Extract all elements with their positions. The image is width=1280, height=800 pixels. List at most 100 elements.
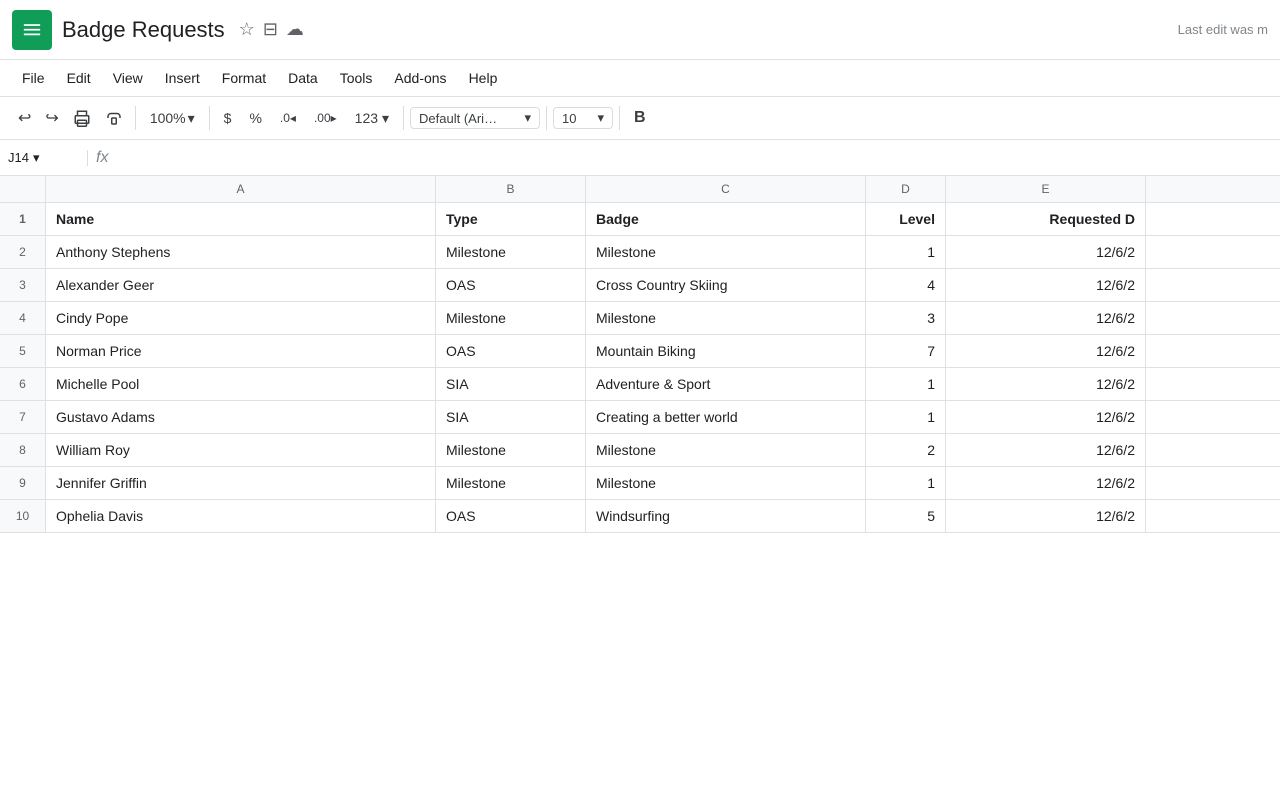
- menu-format[interactable]: Format: [212, 66, 276, 90]
- cell-badge-7[interactable]: Milestone: [586, 467, 866, 499]
- cell-name-8[interactable]: Ophelia Davis: [46, 500, 436, 532]
- cell-ref-dropdown[interactable]: ▾: [33, 150, 40, 166]
- col-header-d[interactable]: D: [866, 176, 946, 202]
- number-format-button[interactable]: 123 ▾: [347, 106, 397, 131]
- row-num-2: 2: [0, 236, 46, 268]
- cell-badge-5[interactable]: Creating a better world: [586, 401, 866, 433]
- bold-button[interactable]: B: [626, 105, 654, 131]
- table-row: 5 Norman Price OAS Mountain Biking 7 12/…: [0, 335, 1280, 368]
- zoom-selector[interactable]: 100% ▾: [142, 106, 203, 131]
- menu-help[interactable]: Help: [459, 66, 508, 90]
- cell-name-2[interactable]: Cindy Pope: [46, 302, 436, 334]
- sep-2: [209, 106, 210, 130]
- formula-input[interactable]: [116, 150, 1272, 165]
- paint-format-button[interactable]: [99, 105, 129, 131]
- font-name: Default (Ari…: [419, 111, 497, 126]
- cell-type-5[interactable]: SIA: [436, 401, 586, 433]
- cell-level-7[interactable]: 1: [866, 467, 946, 499]
- cell-name-0[interactable]: Anthony Stephens: [46, 236, 436, 268]
- cell-date-1[interactable]: 12/6/2: [946, 269, 1146, 301]
- cell-badge-2[interactable]: Milestone: [586, 302, 866, 334]
- menu-view[interactable]: View: [103, 66, 153, 90]
- col-header-b[interactable]: B: [436, 176, 586, 202]
- column-headers: A B C D E: [0, 176, 1280, 203]
- font-size-selector[interactable]: 10 ▾: [553, 107, 613, 129]
- cell-level-4[interactable]: 1: [866, 368, 946, 400]
- cell-name-1[interactable]: Alexander Geer: [46, 269, 436, 301]
- print-button[interactable]: [67, 105, 97, 131]
- cell-level-1[interactable]: 4: [866, 269, 946, 301]
- col-header-a[interactable]: A: [46, 176, 436, 202]
- currency-button[interactable]: $: [216, 106, 240, 130]
- cell-badge-0[interactable]: Milestone: [586, 236, 866, 268]
- row-num-1: 1: [0, 203, 46, 235]
- font-selector[interactable]: Default (Ari… ▾: [410, 107, 540, 129]
- folder-icon[interactable]: ⊟: [263, 19, 278, 40]
- cell-ref-value: J14: [8, 150, 29, 165]
- cell-type-2[interactable]: Milestone: [436, 302, 586, 334]
- header-name[interactable]: Name: [46, 203, 436, 235]
- col-header-c[interactable]: C: [586, 176, 866, 202]
- cell-type-3[interactable]: OAS: [436, 335, 586, 367]
- cell-date-0[interactable]: 12/6/2: [946, 236, 1146, 268]
- menu-file[interactable]: File: [12, 66, 55, 90]
- cell-level-3[interactable]: 7: [866, 335, 946, 367]
- sep-1: [135, 106, 136, 130]
- undo-button[interactable]: ↩: [12, 104, 37, 132]
- percent-button[interactable]: %: [241, 106, 269, 130]
- menu-insert[interactable]: Insert: [155, 66, 210, 90]
- header-type[interactable]: Type: [436, 203, 586, 235]
- doc-title[interactable]: Badge Requests: [62, 17, 225, 43]
- cell-name-3[interactable]: Norman Price: [46, 335, 436, 367]
- cell-date-3[interactable]: 12/6/2: [946, 335, 1146, 367]
- cell-type-6[interactable]: Milestone: [436, 434, 586, 466]
- row-num-5: 5: [0, 335, 46, 367]
- star-icon[interactable]: ☆: [239, 19, 255, 40]
- cell-level-5[interactable]: 1: [866, 401, 946, 433]
- row-num-9: 9: [0, 467, 46, 499]
- cell-type-0[interactable]: Milestone: [436, 236, 586, 268]
- cell-date-7[interactable]: 12/6/2: [946, 467, 1146, 499]
- row-num-8: 8: [0, 434, 46, 466]
- cell-type-4[interactable]: SIA: [436, 368, 586, 400]
- table-row: 2 Anthony Stephens Milestone Milestone 1…: [0, 236, 1280, 269]
- header-requested-date[interactable]: Requested D: [946, 203, 1146, 235]
- header-badge[interactable]: Badge: [586, 203, 866, 235]
- cell-badge-8[interactable]: Windsurfing: [586, 500, 866, 532]
- cloud-icon[interactable]: ☁: [286, 19, 304, 40]
- cell-badge-1[interactable]: Cross Country Skiing: [586, 269, 866, 301]
- cell-date-5[interactable]: 12/6/2: [946, 401, 1146, 433]
- cell-level-6[interactable]: 2: [866, 434, 946, 466]
- cell-level-2[interactable]: 3: [866, 302, 946, 334]
- cell-reference[interactable]: J14 ▾: [8, 150, 88, 166]
- font-dropdown-icon: ▾: [525, 110, 532, 126]
- menu-edit[interactable]: Edit: [57, 66, 101, 90]
- cell-date-4[interactable]: 12/6/2: [946, 368, 1146, 400]
- formula-bar: J14 ▾ fx: [0, 140, 1280, 176]
- col-header-e[interactable]: E: [946, 176, 1146, 202]
- cell-date-8[interactable]: 12/6/2: [946, 500, 1146, 532]
- cell-date-2[interactable]: 12/6/2: [946, 302, 1146, 334]
- cell-name-6[interactable]: William Roy: [46, 434, 436, 466]
- title-bar: Badge Requests ☆ ⊟ ☁ Last edit was m: [0, 0, 1280, 60]
- cell-level-0[interactable]: 1: [866, 236, 946, 268]
- table-row: 6 Michelle Pool SIA Adventure & Sport 1 …: [0, 368, 1280, 401]
- cell-name-7[interactable]: Jennifer Griffin: [46, 467, 436, 499]
- cell-badge-4[interactable]: Adventure & Sport: [586, 368, 866, 400]
- menu-addons[interactable]: Add-ons: [384, 66, 456, 90]
- cell-type-7[interactable]: Milestone: [436, 467, 586, 499]
- cell-badge-3[interactable]: Mountain Biking: [586, 335, 866, 367]
- menu-data[interactable]: Data: [278, 66, 328, 90]
- cell-date-6[interactable]: 12/6/2: [946, 434, 1146, 466]
- header-level[interactable]: Level: [866, 203, 946, 235]
- decimal-more-button[interactable]: .00▸: [306, 107, 345, 129]
- redo-button[interactable]: ↪: [39, 104, 64, 132]
- cell-name-5[interactable]: Gustavo Adams: [46, 401, 436, 433]
- cell-name-4[interactable]: Michelle Pool: [46, 368, 436, 400]
- menu-tools[interactable]: Tools: [330, 66, 383, 90]
- cell-level-8[interactable]: 5: [866, 500, 946, 532]
- cell-badge-6[interactable]: Milestone: [586, 434, 866, 466]
- cell-type-1[interactable]: OAS: [436, 269, 586, 301]
- cell-type-8[interactable]: OAS: [436, 500, 586, 532]
- decimal-less-button[interactable]: .0◂: [272, 107, 304, 129]
